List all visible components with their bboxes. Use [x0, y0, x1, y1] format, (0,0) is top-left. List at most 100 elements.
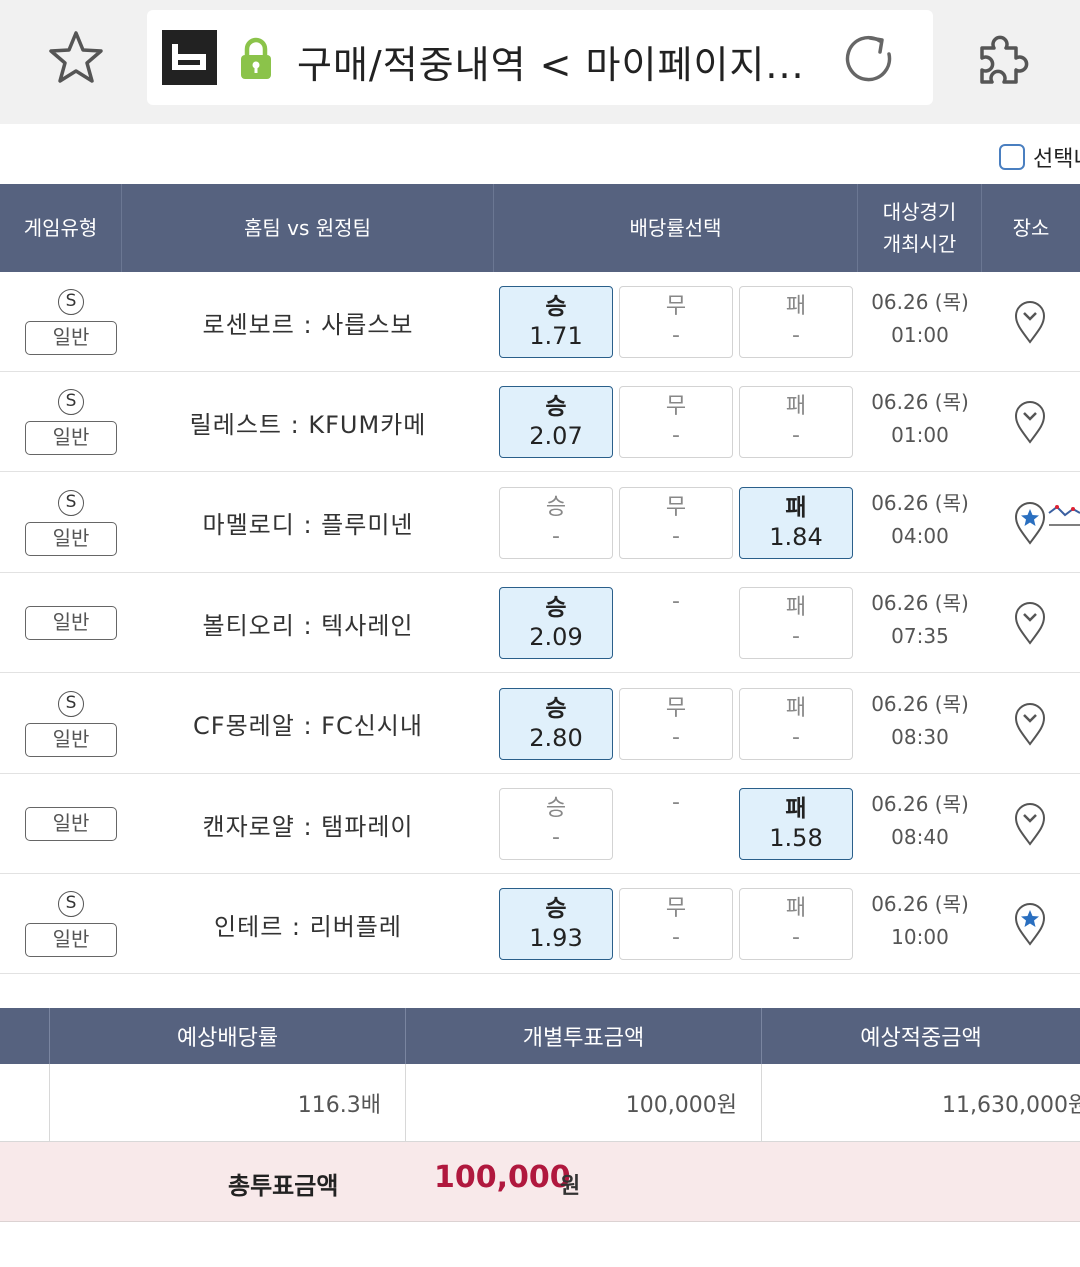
- teams-label: CF몽레알 : FC신시내: [193, 712, 423, 741]
- s-mark-icon: S: [58, 289, 84, 315]
- s-mark-icon: S: [58, 489, 84, 516]
- odds-draw-button[interactable]: 무-: [619, 888, 733, 961]
- match-date: 06.26 (목): [871, 290, 969, 314]
- header-time-line1: 대상경기: [882, 200, 957, 224]
- odds-draw-button-label: 무: [665, 494, 687, 520]
- location-pin-icon[interactable]: [1013, 400, 1047, 445]
- odds-win-button-value: 1.93: [529, 924, 583, 953]
- match-date: 06.26 (목): [871, 691, 969, 716]
- summary-header-amount: 개별투표금액: [405, 1008, 761, 1064]
- odds-lose-button[interactable]: 패-: [739, 888, 853, 961]
- odds-draw-button: -: [619, 788, 733, 860]
- odds-lose-button[interactable]: 패-: [739, 386, 853, 459]
- game-type-cell: S 일반: [0, 674, 142, 774]
- game-type-cell: S 일반: [0, 473, 142, 573]
- individual-amount-value: 100,000원: [405, 1064, 761, 1142]
- table-row: S 일반 로센보르 : 사릅스보 승 1.71 무 - 패 -06.26 (목) 01:00: [0, 272, 1080, 372]
- odds-lose-button-value: -: [792, 624, 800, 650]
- odds-win-button[interactable]: 승 2.80: [499, 687, 613, 760]
- star-pin-icon[interactable]: [1013, 902, 1047, 947]
- table-header: 게임유형 홈팀 vs 원정팀 배당률선택 대상경기 개최시간 장소: [0, 184, 1080, 272]
- match-time: 06.26 (목) 04:00: [858, 487, 982, 553]
- match-hour: 08:40: [891, 825, 949, 849]
- odds-win-button[interactable]: 승 2.09: [499, 587, 613, 660]
- odds-win-button-value: 2.07: [529, 422, 583, 451]
- location-pin-icon[interactable]: [1013, 300, 1047, 344]
- odds-win-button-label: 승: [545, 595, 567, 622]
- teams-label: 볼티오리 : 텍사레인: [202, 611, 414, 640]
- game-type-badge: 일반: [25, 321, 117, 355]
- odds-draw-button[interactable]: 무-: [619, 386, 733, 459]
- odds-win-button[interactable]: 승 1.93: [499, 888, 613, 961]
- odds-lose-button-label: 패: [785, 294, 807, 319]
- odds-lose-button[interactable]: 패 1.84: [739, 486, 853, 559]
- odds-win-button-value: 2.80: [529, 723, 583, 752]
- odds-draw-button-value: -: [672, 323, 680, 348]
- match-hour: 01:00: [891, 423, 949, 448]
- teams-label: 인테르 : 리버플레: [214, 912, 402, 941]
- odds-lose-button-label: 패: [785, 494, 807, 521]
- odds-lose-button-label: 패: [785, 896, 807, 922]
- match-date: 06.26 (목): [871, 490, 969, 515]
- odds-lose-button[interactable]: 패-: [739, 286, 853, 358]
- address-bar[interactable]: 구매/적중내역 < 마이페이지...: [147, 10, 933, 105]
- total-label: 총투표금액: [228, 1172, 339, 1200]
- location-pin-icon[interactable]: [1013, 802, 1047, 846]
- total-unit: 원: [560, 1174, 581, 1199]
- teams-label: 로센보르 : 사릅스보: [202, 310, 414, 339]
- site-logo-icon: [162, 30, 217, 85]
- odds-draw-button[interactable]: 무-: [619, 286, 733, 358]
- header-teams: 홈팀 vs 원정팀: [122, 184, 494, 272]
- odds-win-button[interactable]: 승-: [499, 486, 613, 559]
- odds-win-button-value: -: [552, 825, 560, 850]
- game-type-badge: 일반: [25, 606, 117, 641]
- odds-draw-button-value: -: [672, 790, 680, 815]
- game-type-badge: 일반: [25, 923, 117, 958]
- select-row: 선택내: [0, 124, 1080, 184]
- odds-lose-button-label: 패: [785, 695, 807, 721]
- odds-draw-button-value: -: [672, 589, 680, 615]
- odds-win-button-label: 승: [545, 796, 567, 821]
- odds-draw-button[interactable]: 무-: [619, 486, 733, 559]
- odds-win-button-value: 1.71: [529, 322, 583, 350]
- header-time-line2: 개최시간: [882, 232, 957, 256]
- odds-lose-button-label: 패: [785, 595, 807, 621]
- summary-body: 116.3배 100,000원 11,630,000원: [0, 1064, 1080, 1142]
- match-time: 06.26 (목) 08:30: [858, 688, 982, 754]
- game-type-cell: S 일반: [0, 372, 142, 472]
- match-hour: 01:00: [891, 323, 949, 347]
- odds-lose-button[interactable]: 패-: [739, 687, 853, 760]
- extension-icon[interactable]: [972, 26, 1036, 90]
- game-type-badge: 일반: [25, 807, 117, 841]
- odds-draw-button[interactable]: 무-: [619, 687, 733, 760]
- teams-label: 마멜로디 : 플루미넨: [202, 511, 414, 540]
- odds-win-button-label: 승: [545, 294, 567, 320]
- star-pin-icon[interactable]: [1013, 501, 1047, 545]
- header-place: 장소: [1012, 216, 1050, 240]
- reload-icon[interactable]: [840, 30, 898, 88]
- match-date: 06.26 (목): [871, 591, 969, 616]
- select-checkbox[interactable]: [999, 144, 1025, 170]
- odds-lose-button[interactable]: 패-: [739, 587, 853, 660]
- odds-win-button[interactable]: 승 1.71: [499, 286, 613, 358]
- table-row: 일반 캔자로얄 : 탬파레이 승 - - 패 1.58 06.26 (목) 08:40: [0, 774, 1080, 874]
- odds-win-button[interactable]: 승-: [499, 788, 613, 860]
- table-row: S 일반 마멜로디 : 플루미넨 승 - 무 - 패 1.84 06.26 (목) 04:00: [0, 473, 1080, 573]
- star-icon[interactable]: [46, 28, 106, 88]
- trend-chart-icon[interactable]: [1047, 503, 1080, 543]
- total-bar: 총투표금액 100,000 원: [0, 1142, 1080, 1222]
- odds-draw-button-label: 무: [665, 294, 687, 319]
- odds-lose-button[interactable]: 패 1.58: [739, 788, 853, 860]
- match-time: 06.26 (목) 01:00: [858, 286, 982, 352]
- odds-draw-button-value: -: [672, 724, 680, 750]
- odds-draw-button: -: [619, 587, 733, 659]
- location-pin-icon[interactable]: [1013, 702, 1047, 746]
- game-type-cell: S 일반: [0, 272, 142, 372]
- location-pin-icon[interactable]: [1013, 601, 1047, 645]
- odds-win-button-label: 승: [545, 394, 567, 421]
- match-date: 06.26 (목): [871, 792, 969, 816]
- match-time: 06.26 (목) 10:00: [858, 888, 982, 954]
- odds-win-button-value: -: [552, 523, 560, 549]
- odds-win-button[interactable]: 승 2.07: [499, 386, 613, 459]
- odds-draw-button-value: -: [672, 925, 680, 951]
